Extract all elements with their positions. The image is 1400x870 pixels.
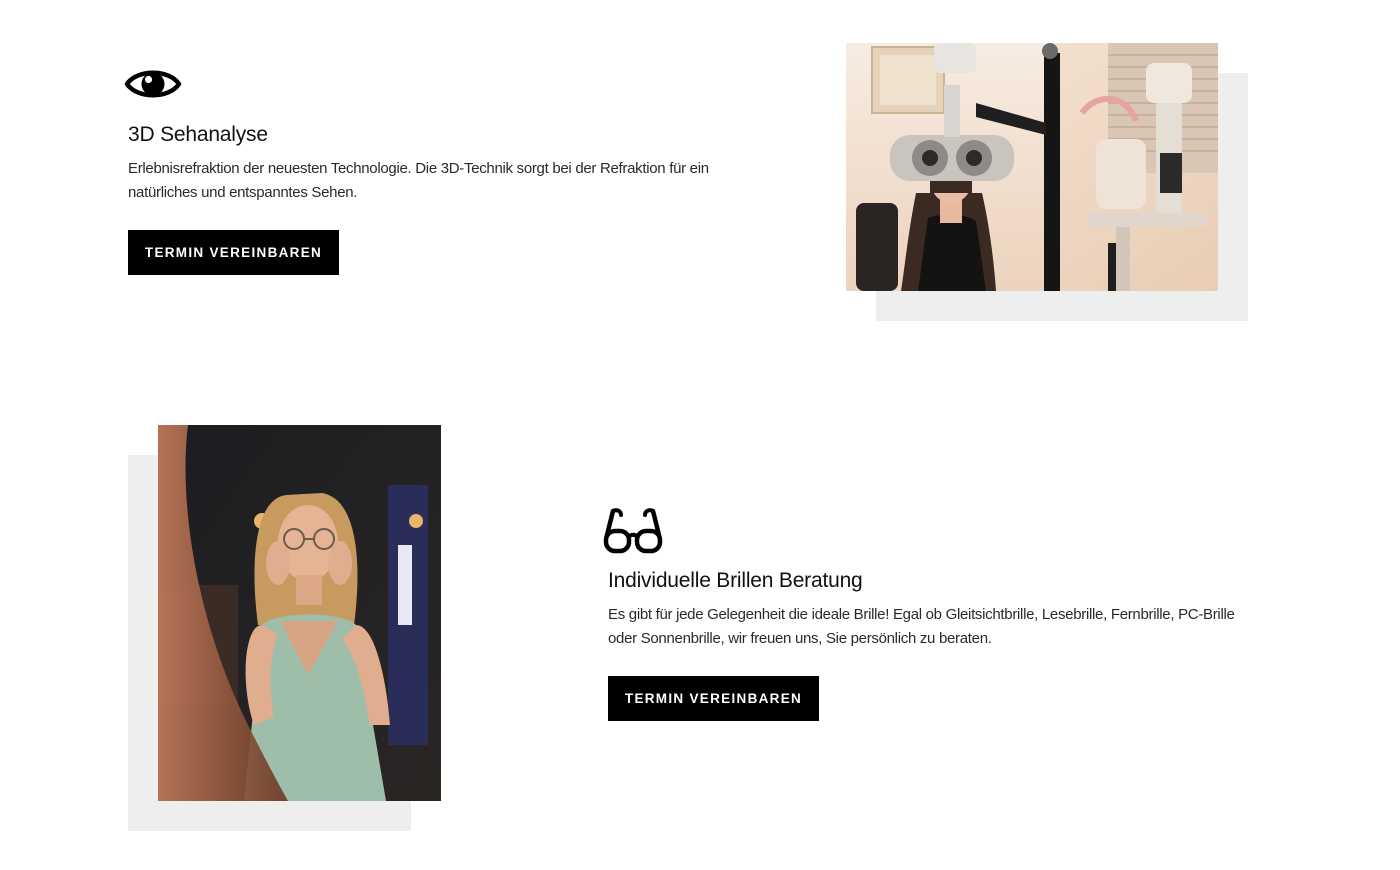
eye-exam-photo bbox=[846, 43, 1218, 291]
glasses-fitting-photo bbox=[158, 425, 441, 801]
service-description: Es gibt für jede Gelegenheit die ideale … bbox=[608, 606, 1235, 647]
eye-exam-illustration bbox=[846, 43, 1218, 291]
service-title: Individuelle Brillen Beratung bbox=[608, 569, 863, 592]
glasses-icon bbox=[603, 508, 663, 554]
service-title: 3D Sehanalyse bbox=[128, 123, 268, 146]
eye-icon bbox=[124, 70, 182, 98]
book-appointment-button[interactable]: TERMIN VEREINBAREN bbox=[128, 230, 339, 275]
service-description: Erlebnisrefraktion der neuesten Technolo… bbox=[128, 160, 709, 201]
services-page: 3D Sehanalyse Erlebnisrefraktion der neu… bbox=[0, 0, 1400, 870]
book-appointment-button[interactable]: TERMIN VEREINBAREN bbox=[608, 676, 819, 721]
glasses-fitting-illustration bbox=[158, 425, 441, 801]
